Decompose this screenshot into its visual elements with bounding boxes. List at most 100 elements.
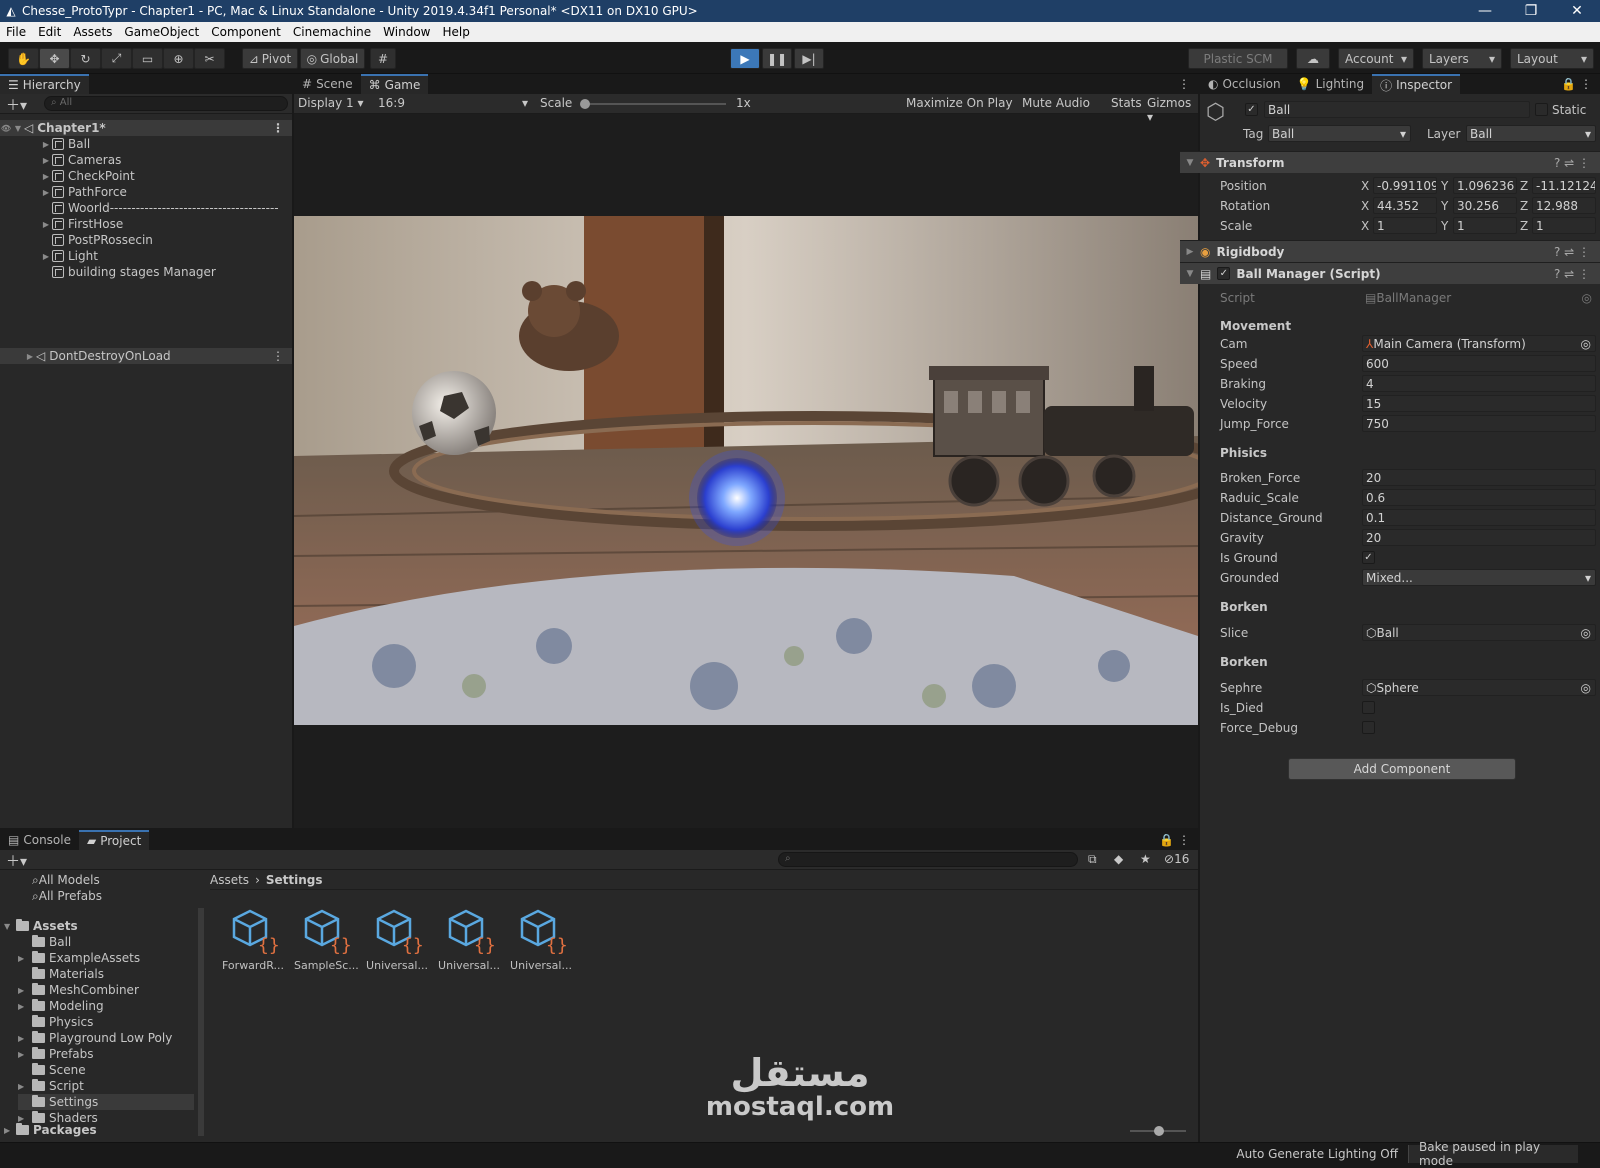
- more-icon[interactable]: ⋮: [272, 121, 284, 135]
- hierarchy-item[interactable]: ▶ FirstHose: [0, 216, 292, 232]
- distance-ground-field[interactable]: 0.1: [1362, 509, 1596, 526]
- target-icon[interactable]: ◎: [1581, 337, 1591, 351]
- display-dropdown[interactable]: Display 1 ▾: [298, 96, 364, 110]
- gravity-field[interactable]: 20: [1362, 529, 1596, 546]
- ballmanager-header[interactable]: ▼ ▤ ✓ Ball Manager (Script) ? ⇌ ⋮: [1180, 262, 1600, 284]
- chevron-right-icon[interactable]: ▶: [18, 954, 32, 963]
- tab-occlusion[interactable]: ◐ Occlusion: [1200, 74, 1289, 94]
- breadcrumb-settings[interactable]: Settings: [266, 873, 323, 887]
- jump-force-field[interactable]: 750: [1362, 415, 1596, 432]
- axis-label[interactable]: X: [1361, 179, 1369, 193]
- chevron-right-icon[interactable]: ▶: [24, 352, 36, 361]
- position-z-field[interactable]: -11.12124: [1532, 177, 1596, 194]
- axis-label[interactable]: Z: [1520, 219, 1528, 233]
- scale-y-field[interactable]: 1: [1453, 217, 1517, 234]
- global-button[interactable]: ◎ Global: [300, 48, 365, 69]
- transform-tool-icon[interactable]: ⊕: [163, 48, 194, 69]
- chevron-right-icon[interactable]: ▶: [40, 172, 52, 181]
- chevron-right-icon[interactable]: ▶: [40, 252, 52, 261]
- stats-toggle[interactable]: Stats: [1111, 96, 1142, 110]
- rotate-tool-icon[interactable]: ↻: [70, 48, 101, 69]
- plastic-scm-button[interactable]: Plastic SCM: [1188, 48, 1288, 69]
- hierarchy-item[interactable]: building stages Manager: [0, 264, 292, 280]
- tab-project[interactable]: ▰ Project: [78, 830, 150, 850]
- axis-label[interactable]: X: [1361, 199, 1369, 213]
- tab-console[interactable]: ▤ Console: [0, 830, 79, 850]
- axis-label[interactable]: Y: [1441, 219, 1448, 233]
- tab-hierarchy[interactable]: ☰ Hierarchy: [0, 74, 89, 94]
- pause-button[interactable]: ❚❚: [762, 48, 792, 69]
- rect-tool-icon[interactable]: ▭: [132, 48, 163, 69]
- tag-dropdown[interactable]: Ball ▾: [1268, 125, 1411, 142]
- target-icon[interactable]: ◎: [1581, 626, 1591, 640]
- position-y-field[interactable]: 1.096236: [1453, 177, 1517, 194]
- filter-type-icon[interactable]: ⧉: [1088, 852, 1097, 867]
- chevron-right-icon[interactable]: ▶: [18, 1082, 32, 1091]
- account-dropdown[interactable]: Account ▾: [1338, 48, 1414, 69]
- static-checkbox[interactable]: [1535, 103, 1548, 116]
- layer-dropdown[interactable]: Ball ▾: [1466, 125, 1596, 142]
- sephre-field[interactable]: ⬡ Sphere ◎: [1362, 679, 1596, 696]
- gizmos-dropdown[interactable]: Gizmos ▾: [1147, 96, 1198, 124]
- folder-item[interactable]: ▶ MeshCombiner: [18, 982, 194, 998]
- object-name-field[interactable]: Ball: [1264, 101, 1530, 118]
- speed-field[interactable]: 600: [1362, 355, 1596, 372]
- more-icon[interactable]: ⋮: [1178, 77, 1190, 91]
- component-menu-icon[interactable]: ? ⇌ ⋮: [1554, 245, 1590, 259]
- menu-window[interactable]: Window: [377, 25, 436, 39]
- assets-root[interactable]: ▼ Assets: [4, 918, 78, 934]
- maximize-button[interactable]: ❐: [1508, 3, 1554, 19]
- broken-force-field[interactable]: 20: [1362, 469, 1596, 486]
- favorite-all-prefabs[interactable]: ⌕ All Prefabs: [32, 888, 102, 904]
- rotation-x-field[interactable]: 44.352: [1373, 197, 1437, 214]
- close-button[interactable]: ✕: [1554, 3, 1600, 19]
- braking-field[interactable]: 4: [1362, 375, 1596, 392]
- chevron-right-icon[interactable]: ▶: [40, 140, 52, 149]
- folder-item[interactable]: Settings: [18, 1094, 194, 1110]
- maximize-on-play-toggle[interactable]: Maximize On Play: [906, 96, 1013, 110]
- is-died-checkbox[interactable]: [1362, 701, 1375, 714]
- hierarchy-item[interactable]: ▶ Light: [0, 248, 292, 264]
- chevron-right-icon[interactable]: ▶: [40, 220, 52, 229]
- rigidbody-header[interactable]: ▶ ◉ Rigidbody ? ⇌ ⋮: [1180, 240, 1600, 262]
- tree-scrollbar[interactable]: [198, 908, 204, 1136]
- favorite-all-models[interactable]: ⌕ All Models: [32, 872, 100, 888]
- custom-tool-icon[interactable]: ✂: [194, 48, 225, 69]
- hierarchy-item[interactable]: ▶ CheckPoint: [0, 168, 292, 184]
- folder-item[interactable]: ▶ Playground Low Poly: [18, 1030, 194, 1046]
- chevron-down-icon[interactable]: ▼: [12, 124, 24, 133]
- asset-item[interactable]: {} Universal...: [510, 905, 572, 972]
- project-search-input[interactable]: ⌕: [778, 852, 1078, 867]
- scale-slider-handle[interactable]: [580, 99, 590, 109]
- component-enabled-checkbox[interactable]: ✓: [1217, 267, 1231, 280]
- lock-icon[interactable]: 🔒 ⋮: [1159, 833, 1190, 847]
- asset-item[interactable]: {} SampleSc...: [294, 905, 359, 972]
- rotation-y-field[interactable]: 30.256: [1453, 197, 1517, 214]
- tab-scene[interactable]: # Scene: [294, 74, 361, 94]
- folder-item[interactable]: ▶ ExampleAssets: [18, 950, 194, 966]
- favorite-star-icon[interactable]: ★: [1140, 852, 1151, 866]
- step-button[interactable]: ▶|: [794, 48, 824, 69]
- menu-edit[interactable]: Edit: [32, 25, 67, 39]
- grid-snap-icon[interactable]: #: [370, 48, 396, 69]
- menu-gameobject[interactable]: GameObject: [118, 25, 205, 39]
- scale-x-field[interactable]: 1: [1373, 217, 1437, 234]
- game-render-view[interactable]: [294, 216, 1198, 725]
- hand-tool-icon[interactable]: ✋: [8, 48, 39, 69]
- chevron-right-icon[interactable]: ▶: [40, 188, 52, 197]
- is-ground-checkbox[interactable]: ✓: [1362, 551, 1375, 564]
- component-menu-icon[interactable]: ? ⇌ ⋮: [1554, 156, 1590, 170]
- velocity-field[interactable]: 15: [1362, 395, 1596, 412]
- folder-item[interactable]: Scene: [18, 1062, 194, 1078]
- add-icon[interactable]: ＋▾: [6, 95, 27, 115]
- hierarchy-item[interactable]: ▶ Cameras: [0, 152, 292, 168]
- pivot-button[interactable]: ⊿ Pivot: [242, 48, 298, 69]
- mute-audio-toggle[interactable]: Mute Audio: [1022, 96, 1090, 110]
- menu-help[interactable]: Help: [437, 25, 476, 39]
- aspect-dropdown[interactable]: 16:9 ▾: [378, 96, 528, 110]
- cloud-icon[interactable]: ☁: [1296, 48, 1330, 69]
- chevron-right-icon[interactable]: ▶: [18, 986, 32, 995]
- force-debug-checkbox[interactable]: [1362, 721, 1375, 734]
- lighting-status[interactable]: Auto Generate Lighting Off: [1226, 1147, 1408, 1161]
- menu-assets[interactable]: Assets: [67, 25, 118, 39]
